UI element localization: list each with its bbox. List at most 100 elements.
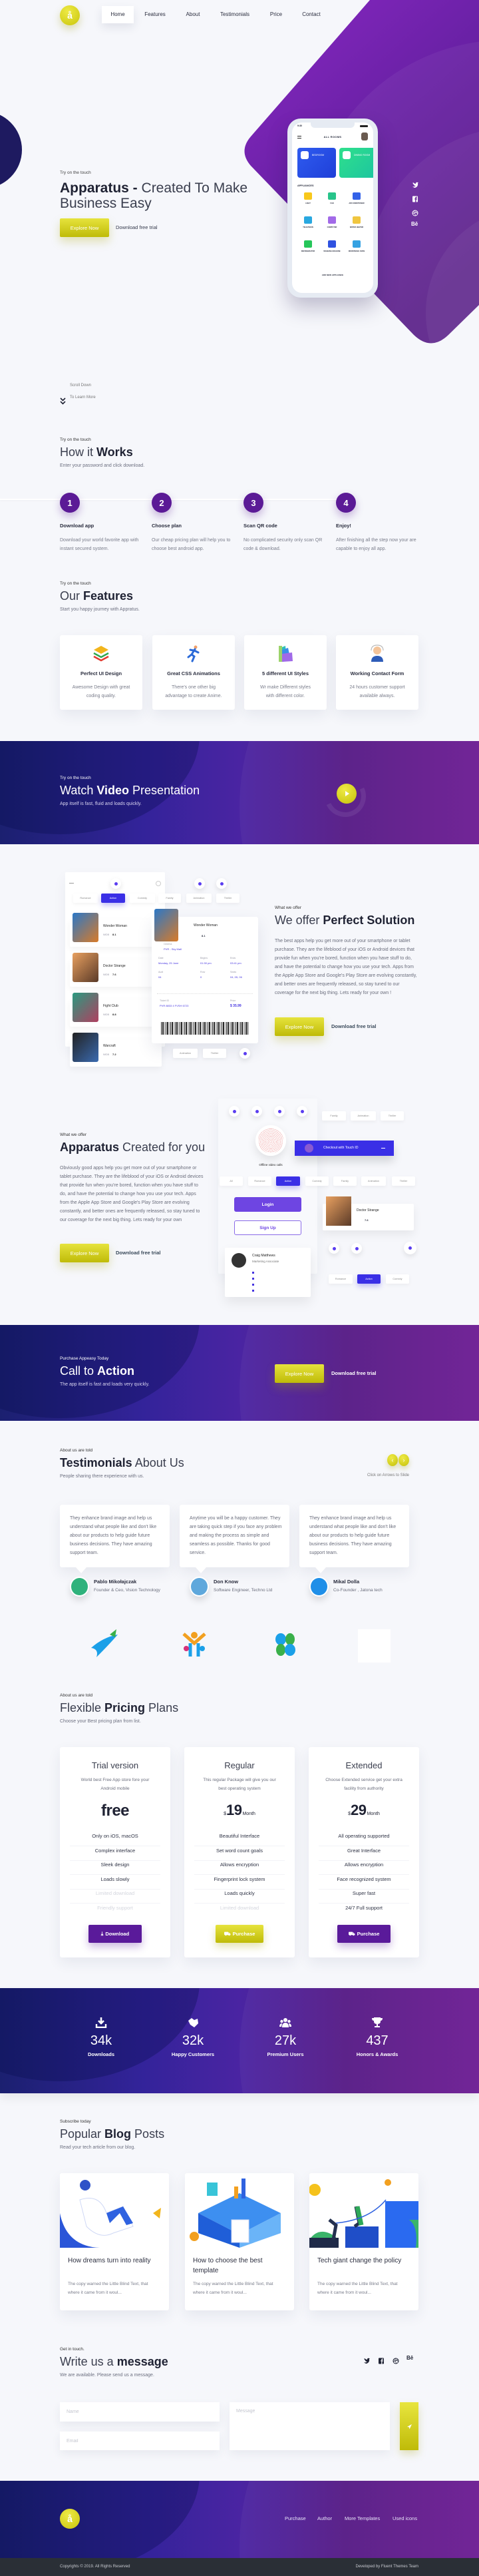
ticket-icon[interactable] <box>297 1106 307 1117</box>
chat-icon[interactable] <box>194 878 205 889</box>
avatar <box>309 1577 329 1597</box>
contact-behance-icon[interactable]: Bē <box>406 2355 413 2361</box>
genre-chip[interactable]: Animation <box>351 1111 376 1121</box>
plan-purchase-button[interactable]: ⛟ Purchase <box>337 1925 391 1943</box>
genre-chip[interactable]: Comedy <box>305 1176 329 1186</box>
appliance-icon <box>328 192 336 200</box>
mail-icon[interactable] <box>251 1106 262 1117</box>
send-button[interactable] <box>400 2402 418 2450</box>
genre-chip[interactable]: Romance <box>248 1176 271 1186</box>
appliance-tile[interactable]: FAN <box>321 190 343 212</box>
settings-icon[interactable] <box>156 881 161 886</box>
email-input[interactable] <box>60 2432 220 2450</box>
profile-role: Marketing Associate <box>252 1260 279 1263</box>
login-button[interactable]: Login <box>234 1197 301 1212</box>
contact-facebook-icon[interactable] <box>378 2356 385 2368</box>
genre-chip[interactable]: Thriller <box>216 894 240 903</box>
room-label: DINING ROOM <box>354 154 371 156</box>
genre-chip[interactable]: Thriller <box>392 1176 415 1186</box>
appliance-tile[interactable]: MICROWAVE OVEN <box>345 238 368 260</box>
appliance-tile[interactable]: COMPUTER <box>321 214 343 236</box>
genre-chip[interactable]: Family <box>158 894 181 903</box>
nav-item-testimonials[interactable]: Testimonials <box>219 6 251 23</box>
genre-chip[interactable]: Action <box>357 1274 381 1284</box>
hero-dribbble-icon[interactable] <box>412 208 418 220</box>
genre-chip[interactable]: Action <box>276 1176 300 1186</box>
blog-title[interactable]: How dreams turn into reality <box>68 2256 158 2266</box>
message-textarea[interactable] <box>230 2402 390 2450</box>
refresh-button[interactable] <box>404 1242 416 1254</box>
name-input[interactable] <box>60 2402 220 2422</box>
footer-logo[interactable]: å <box>60 2509 80 2529</box>
room-card-dining[interactable]: DINING ROOM <box>339 148 373 178</box>
nav-item-about[interactable]: About <box>177 6 209 23</box>
fingerprint-icon[interactable] <box>255 1125 286 1156</box>
created-download-link[interactable]: Download free trial <box>116 1244 161 1262</box>
prev-arrow-button[interactable]: ‹ <box>387 1454 398 1466</box>
ticket-icon[interactable] <box>351 1243 362 1254</box>
plan-download-button[interactable]: ⤓ Download <box>88 1925 142 1943</box>
nav-item-price[interactable]: Price <box>260 6 292 23</box>
play-video-button[interactable] <box>337 784 357 804</box>
appliance-tile[interactable]: REFRIGERATOR <box>297 238 319 260</box>
blog-title[interactable]: Tech giant change the policy <box>317 2256 407 2266</box>
chat-icon[interactable] <box>329 1243 339 1254</box>
add-appliance-button[interactable]: ADD NEW APPLIANCE <box>292 274 373 276</box>
footer-link-purchase[interactable]: Purchase <box>285 2515 306 2521</box>
genre-chip[interactable]: Thriller <box>203 1049 226 1058</box>
blog-card[interactable]: Tech giant change the policy The copy war… <box>309 2173 418 2310</box>
appliance-tile[interactable]: AIR CONDITIONER <box>345 190 368 212</box>
hero-download-trial-link[interactable]: Download free trial <box>116 218 158 237</box>
nav-item-contact[interactable]: Contact <box>295 6 327 23</box>
genre-chip[interactable]: Romance <box>329 1274 353 1284</box>
contact-twitter-icon[interactable] <box>363 2356 370 2368</box>
chat-icon[interactable] <box>274 1106 285 1117</box>
hero-explore-button[interactable]: Explore Now <box>60 218 109 237</box>
hero-behance-icon[interactable]: Bē <box>411 221 418 227</box>
checkout-touch-id-button[interactable]: Checkout with Touch ID <box>295 1141 394 1156</box>
logo[interactable]: å <box>60 5 80 25</box>
genre-chip[interactable]: All <box>220 1176 243 1186</box>
appliance-tile[interactable]: WASHING MACHINE <box>321 238 343 260</box>
created-explore-button[interactable]: Explore Now <box>60 1244 109 1262</box>
double-chevron-down-icon[interactable] <box>60 397 66 405</box>
genre-chip[interactable]: Thriller <box>381 1111 404 1121</box>
hero-facebook-icon[interactable] <box>412 194 418 206</box>
appliance-tile[interactable]: WATER HEATER <box>345 214 368 236</box>
genre-chip[interactable]: Animation <box>186 894 212 903</box>
blog-card[interactable]: How to choose the best template The copy … <box>185 2173 294 2310</box>
blog-card[interactable]: How dreams turn into reality The copy war… <box>60 2173 169 2310</box>
appliance-tile[interactable]: LIGHT <box>297 190 319 212</box>
room-card-bedroom[interactable]: BEDROOM <box>297 148 336 178</box>
chat-icon[interactable] <box>110 878 121 889</box>
back-arrow-icon[interactable] <box>69 883 74 884</box>
genre-chip[interactable]: Animation <box>361 1176 386 1186</box>
next-arrow-button[interactable]: › <box>399 1454 409 1466</box>
genre-chip[interactable]: Action <box>101 894 125 903</box>
cta-explore-button[interactable]: Explore Now <box>275 1364 324 1383</box>
appliance-icon <box>304 240 312 248</box>
footer-link-used-icons[interactable]: Used icons <box>393 2515 417 2521</box>
cta-download-link[interactable]: Download free trial <box>331 1364 377 1383</box>
ticket-icon[interactable] <box>216 878 227 889</box>
hero-twitter-icon[interactable] <box>412 180 418 192</box>
genre-chip[interactable]: Animation <box>173 1049 198 1058</box>
settings-icon[interactable] <box>229 1106 240 1117</box>
nav-item-home[interactable]: Home <box>102 6 134 23</box>
signup-button[interactable]: Sign Up <box>234 1220 301 1235</box>
blog-title[interactable]: How to choose the best template <box>193 2256 283 2276</box>
solution-explore-button[interactable]: Explore Now <box>275 1017 324 1036</box>
genre-chip[interactable]: Family <box>322 1111 346 1121</box>
genre-chip[interactable]: Family <box>333 1176 357 1186</box>
contact-dribbble-icon[interactable] <box>393 2356 399 2368</box>
footer-link-more-templates[interactable]: More Templates <box>345 2515 380 2521</box>
genre-chip[interactable]: Romance <box>73 894 98 903</box>
genre-chip[interactable]: Comedy <box>130 894 155 903</box>
footer-link-author[interactable]: Author <box>317 2515 332 2521</box>
nav-item-features[interactable]: Features <box>139 6 171 23</box>
solution-download-link[interactable]: Download free trial <box>331 1017 377 1036</box>
appliance-tile[interactable]: TELEVISION <box>297 214 319 236</box>
refresh-button[interactable] <box>240 1048 250 1059</box>
genre-chip[interactable]: Comedy <box>386 1274 409 1284</box>
plan-purchase-button[interactable]: ⛟ Purchase <box>216 1925 263 1943</box>
